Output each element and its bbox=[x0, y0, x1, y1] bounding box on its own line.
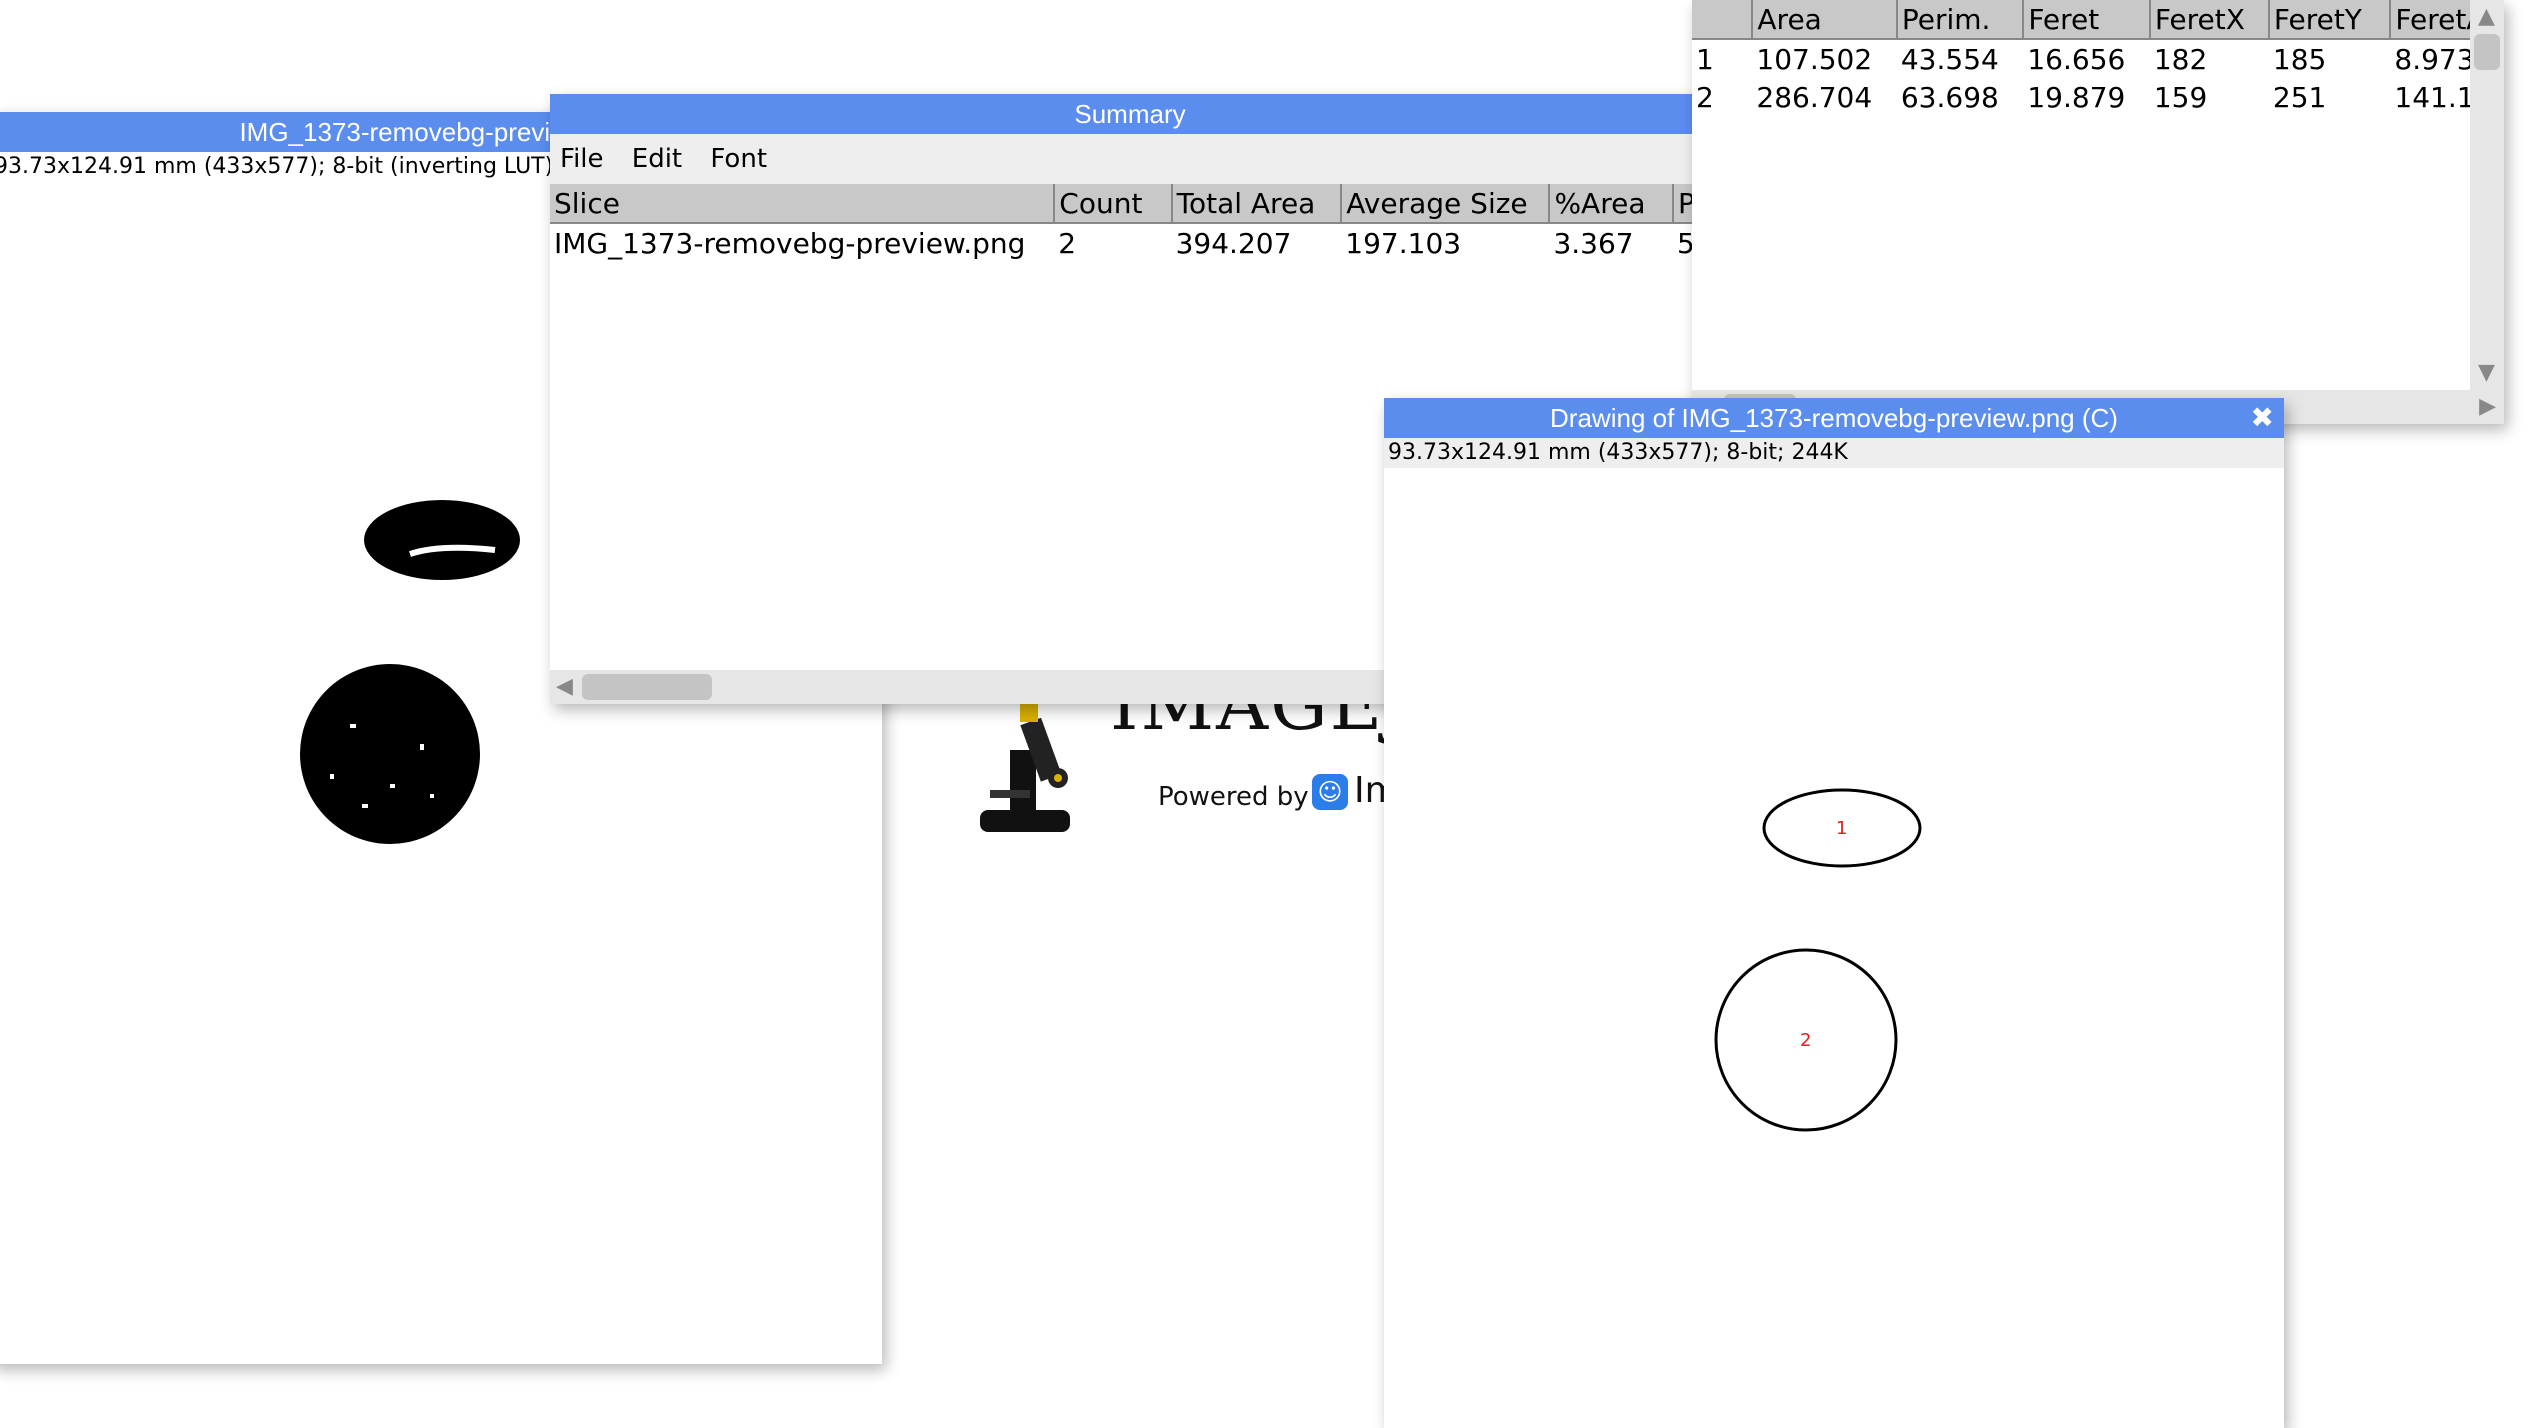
powered-by-label: Powered by bbox=[1158, 782, 1309, 812]
table-header-row: Slice Count Total Area Average Size %Are… bbox=[550, 184, 1710, 224]
table-cell: 394.207 bbox=[1175, 226, 1292, 260]
scrollbar-thumb[interactable] bbox=[2474, 34, 2500, 70]
menu-font[interactable]: Font bbox=[710, 144, 767, 174]
table-cell: 3.367 bbox=[1553, 226, 1634, 260]
column-header[interactable]: Average Size bbox=[1341, 184, 1551, 224]
menu-edit[interactable]: Edit bbox=[632, 144, 682, 174]
menu-file[interactable]: File bbox=[560, 144, 604, 174]
table-row[interactable]: 2 286.704 63.698 19.879 159 251 141.116 bbox=[1692, 78, 2470, 116]
table-cell: 1 bbox=[1696, 42, 1714, 76]
imagej2-logo-icon: ☺ bbox=[1312, 774, 1348, 810]
column-header[interactable]: Perim. bbox=[1896, 0, 2025, 40]
scrollbar-thumb[interactable] bbox=[582, 674, 712, 700]
column-header[interactable]: Feret bbox=[2023, 0, 2151, 40]
arrow-up-icon[interactable]: ▲ bbox=[2478, 0, 2495, 34]
column-header[interactable]: Slice bbox=[550, 184, 1056, 224]
table-cell: 63.698 bbox=[1900, 80, 1999, 114]
particle-label-2: 2 bbox=[1800, 1030, 1811, 1051]
table-cell: 286.704 bbox=[1756, 80, 1873, 114]
table-cell: 197.103 bbox=[1345, 226, 1462, 260]
table-cell: 251 bbox=[2272, 80, 2327, 114]
column-header[interactable]: Total Area bbox=[1171, 184, 1343, 224]
column-header[interactable] bbox=[1692, 0, 1754, 40]
table-row[interactable]: IMG_1373-removebg-preview.png 2 394.207 … bbox=[550, 223, 1710, 262]
results-window[interactable]: Area Perim. Feret FeretX FeretY FeretAng… bbox=[1692, 0, 2504, 424]
particle-outlines: 1 2 bbox=[1714, 788, 1922, 1132]
table-cell: 182 bbox=[2153, 42, 2208, 76]
drawing-window[interactable]: Drawing of IMG_1373-removebg-preview.png… bbox=[1384, 398, 2284, 1428]
column-header[interactable]: Count bbox=[1054, 184, 1173, 224]
arrow-down-icon[interactable]: ▼ bbox=[2478, 356, 2495, 390]
menu-bar: File Edit Font bbox=[550, 134, 1710, 184]
column-header[interactable]: FeretAngle bbox=[2390, 0, 2470, 40]
table-cell: 2 bbox=[1058, 226, 1077, 260]
vertical-scrollbar[interactable]: ▲ ▼ bbox=[2470, 0, 2504, 390]
arrow-right-icon[interactable]: ▶ bbox=[2479, 390, 2496, 424]
table-cell: 141.116 bbox=[2394, 80, 2470, 114]
table-cell: 107.502 bbox=[1756, 42, 1873, 76]
table-cell: IMG_1373-removebg-preview.png bbox=[554, 226, 1026, 260]
results-table-area[interactable]: Area Perim. Feret FeretX FeretY FeretAng… bbox=[1692, 0, 2470, 390]
window-title[interactable]: Summary bbox=[550, 94, 1710, 134]
table-header-row: Area Perim. Feret FeretX FeretY FeretAng… bbox=[1692, 0, 2470, 40]
column-header[interactable]: Area bbox=[1752, 0, 1898, 40]
column-header[interactable]: %Area bbox=[1549, 184, 1675, 224]
table-cell: 43.554 bbox=[1900, 42, 1999, 76]
particle-label-1: 1 bbox=[1836, 818, 1847, 839]
arrow-left-icon[interactable]: ◀ bbox=[556, 670, 573, 704]
column-header[interactable]: FeretX bbox=[2149, 0, 2270, 40]
table-cell: 19.879 bbox=[2027, 80, 2126, 114]
summary-table: Slice Count Total Area Average Size %Are… bbox=[550, 184, 1710, 262]
microscope-icon bbox=[980, 700, 1070, 832]
table-cell: 8.973 bbox=[2394, 42, 2470, 76]
column-header[interactable]: FeretY bbox=[2268, 0, 2392, 40]
table-row[interactable]: 1 107.502 43.554 16.656 182 185 8.973 bbox=[1692, 39, 2470, 78]
table-cell: 16.656 bbox=[2027, 42, 2126, 76]
window-title[interactable]: Drawing of IMG_1373-removebg-preview.png… bbox=[1384, 398, 2284, 438]
table-cell: 2 bbox=[1696, 80, 1714, 114]
table-cell: 159 bbox=[2153, 80, 2208, 114]
close-icon[interactable]: ✖ bbox=[2251, 402, 2274, 434]
image-info: 93.73x124.91 mm (433x577); 8-bit; 244K bbox=[1384, 438, 2284, 468]
image-canvas[interactable]: 1 2 bbox=[1394, 470, 2274, 1428]
results-table: Area Perim. Feret FeretX FeretY FeretAng… bbox=[1692, 0, 2470, 116]
table-cell: 185 bbox=[2272, 42, 2327, 76]
